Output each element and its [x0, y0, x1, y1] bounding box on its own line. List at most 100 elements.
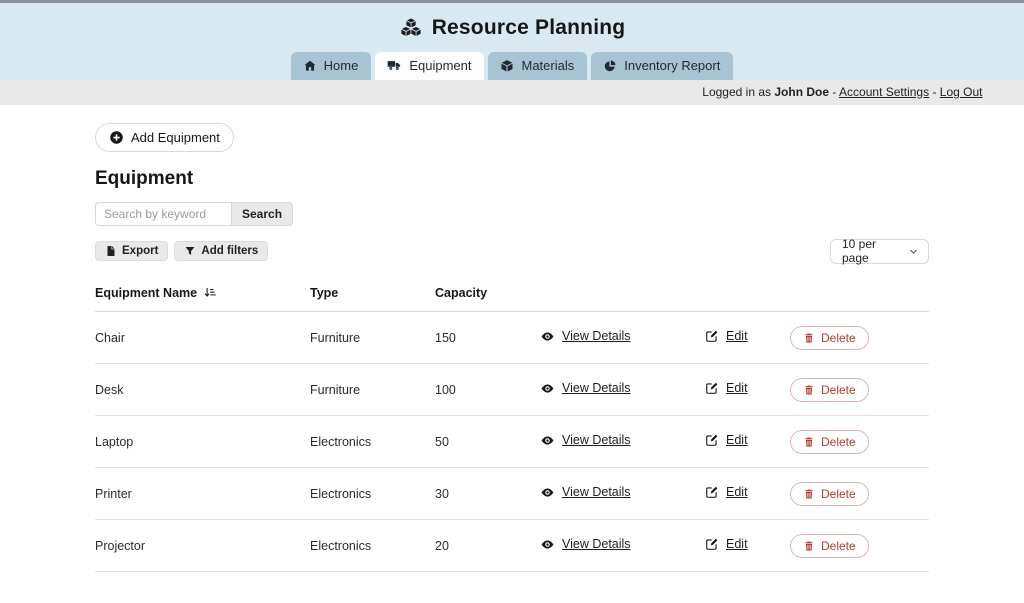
delete-button[interactable]: Delete	[790, 534, 869, 558]
tab-equipment[interactable]: Equipment	[375, 52, 484, 80]
edit-link[interactable]: Edit	[705, 381, 748, 395]
view-details-link[interactable]: View Details	[540, 381, 631, 396]
per-page-select[interactable]: 10 per page	[830, 239, 929, 264]
main-content: Add Equipment Equipment Search Export Ad…	[95, 105, 929, 572]
app-header: Resource Planning Home Equipment Materia…	[0, 3, 1024, 80]
add-filters-button[interactable]: Add filters	[174, 241, 268, 261]
app-title: Resource Planning	[432, 16, 626, 40]
trash-icon	[803, 488, 815, 500]
tab-label: Home	[324, 58, 359, 74]
file-icon	[105, 245, 117, 257]
table-toolbar: Export Add filters 10 per page	[95, 239, 929, 264]
table-row: Desk Furniture 100 View Details Edit Del…	[95, 363, 929, 415]
edit-link[interactable]: Edit	[705, 433, 748, 447]
edit-icon	[705, 537, 719, 551]
cell-name: Projector	[95, 519, 310, 571]
edit-link[interactable]: Edit	[705, 537, 748, 551]
column-header-actions-2	[705, 278, 790, 312]
table-row: Printer Electronics 30 View Details Edit…	[95, 467, 929, 519]
export-label: Export	[122, 245, 158, 257]
cell-capacity: 20	[435, 519, 540, 571]
table-header-row: Equipment Name Type Capacity	[95, 278, 929, 312]
view-details-link[interactable]: View Details	[540, 485, 631, 500]
edit-icon	[705, 485, 719, 499]
column-header-capacity: Capacity	[435, 278, 540, 312]
export-button[interactable]: Export	[95, 241, 168, 261]
pie-chart-icon	[603, 59, 617, 73]
delete-button[interactable]: Delete	[790, 378, 869, 402]
app-title-row: Resource Planning	[0, 16, 1024, 40]
add-filters-label: Add filters	[201, 245, 258, 257]
edit-icon	[705, 329, 719, 343]
view-details-link[interactable]: View Details	[540, 329, 631, 344]
plus-circle-icon	[109, 130, 124, 145]
tab-inventory-report[interactable]: Inventory Report	[591, 52, 733, 80]
edit-icon	[705, 381, 719, 395]
delete-button[interactable]: Delete	[790, 430, 869, 454]
sort-down-icon[interactable]	[203, 286, 216, 299]
column-header-name[interactable]: Equipment Name	[95, 278, 310, 312]
cell-name: Laptop	[95, 415, 310, 467]
cell-capacity: 150	[435, 311, 540, 363]
chevron-down-icon	[908, 246, 919, 257]
trash-icon	[803, 384, 815, 396]
eye-icon	[540, 329, 555, 344]
eye-icon	[540, 485, 555, 500]
edit-icon	[705, 433, 719, 447]
column-header-actions-1	[540, 278, 705, 312]
table-row: Projector Electronics 20 View Details Ed…	[95, 519, 929, 571]
cell-capacity: 100	[435, 363, 540, 415]
cell-capacity: 30	[435, 467, 540, 519]
table-row: Laptop Electronics 50 View Details Edit …	[95, 415, 929, 467]
separator: -	[932, 85, 936, 99]
user-name: John Doe	[774, 85, 829, 99]
cell-type: Electronics	[310, 415, 435, 467]
column-header-type: Type	[310, 278, 435, 312]
cell-type: Electronics	[310, 519, 435, 571]
tab-label: Equipment	[409, 58, 471, 74]
table-row: Chair Furniture 150 View Details Edit De…	[95, 311, 929, 363]
tab-label: Inventory Report	[624, 58, 720, 74]
trash-icon	[803, 332, 815, 344]
equipment-table: Equipment Name Type Capacity Chair Furni…	[95, 278, 929, 572]
trash-icon	[803, 540, 815, 552]
delete-button[interactable]: Delete	[790, 326, 869, 350]
cell-type: Furniture	[310, 311, 435, 363]
filter-icon	[184, 245, 196, 257]
eye-icon	[540, 433, 555, 448]
view-details-link[interactable]: View Details	[540, 433, 631, 448]
add-equipment-button[interactable]: Add Equipment	[95, 123, 234, 152]
tab-home[interactable]: Home	[291, 52, 372, 80]
tab-label: Materials	[521, 58, 574, 74]
cubes-icon	[399, 16, 423, 40]
edit-link[interactable]: Edit	[705, 329, 748, 343]
search-input[interactable]	[95, 202, 231, 226]
eye-icon	[540, 537, 555, 552]
account-bar: Logged in as John Doe - Account Settings…	[0, 80, 1024, 105]
account-settings-link[interactable]: Account Settings	[839, 85, 929, 99]
cell-name: Chair	[95, 311, 310, 363]
cell-capacity: 50	[435, 415, 540, 467]
logged-in-text: Logged in as	[702, 85, 771, 99]
add-equipment-label: Add Equipment	[131, 130, 220, 145]
column-header-actions-3	[790, 278, 929, 312]
per-page-value: 10 per page	[842, 237, 898, 265]
page-title: Equipment	[95, 168, 929, 190]
separator: -	[832, 85, 836, 99]
home-icon	[303, 59, 317, 73]
cell-name: Desk	[95, 363, 310, 415]
search-row: Search	[95, 202, 929, 226]
log-out-link[interactable]: Log Out	[940, 85, 983, 99]
main-nav: Home Equipment Materials Inventory Repor…	[0, 52, 1024, 80]
truck-icon	[387, 58, 402, 73]
box-icon	[500, 59, 514, 73]
view-details-link[interactable]: View Details	[540, 537, 631, 552]
cell-name: Printer	[95, 467, 310, 519]
cell-type: Electronics	[310, 467, 435, 519]
trash-icon	[803, 436, 815, 448]
eye-icon	[540, 381, 555, 396]
edit-link[interactable]: Edit	[705, 485, 748, 499]
search-button[interactable]: Search	[231, 202, 293, 226]
tab-materials[interactable]: Materials	[488, 52, 587, 80]
delete-button[interactable]: Delete	[790, 482, 869, 506]
